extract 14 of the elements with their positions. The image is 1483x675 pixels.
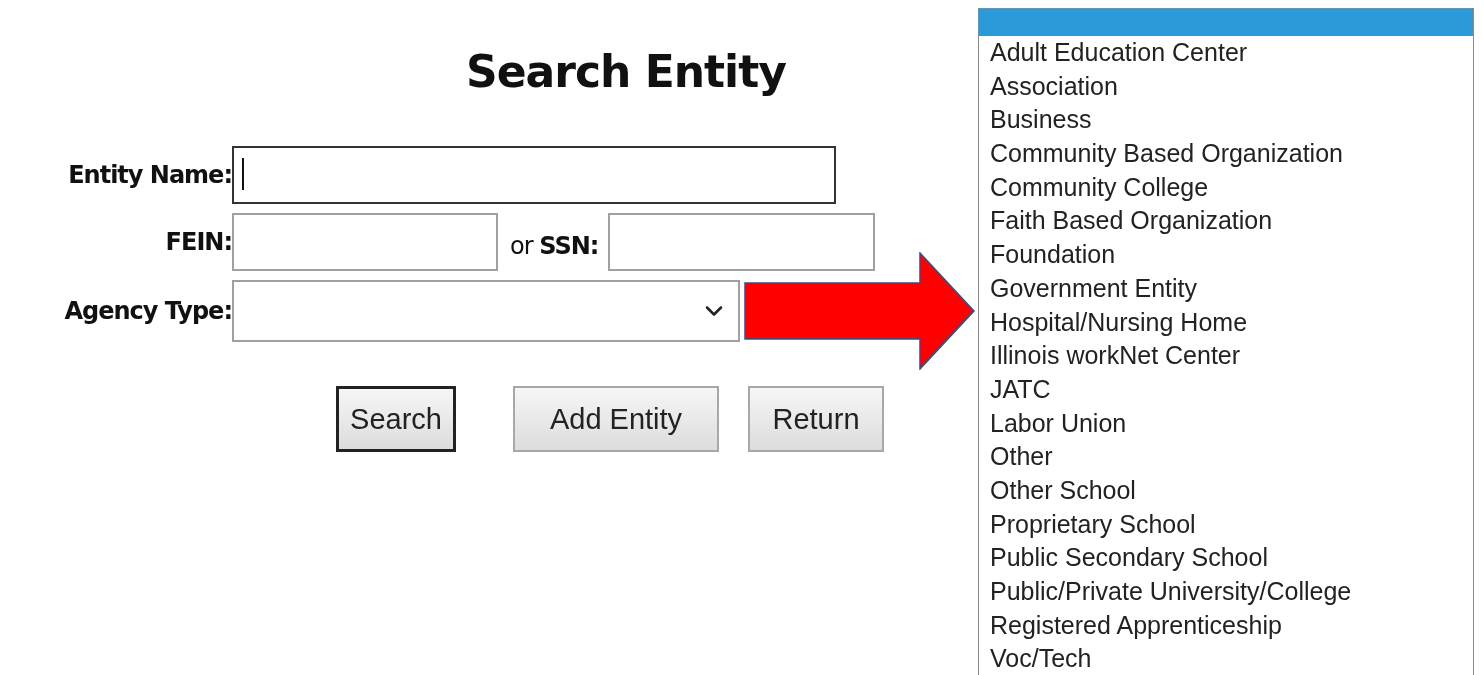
field-label: FEIN: <box>165 228 232 256</box>
search-button[interactable]: Search <box>336 386 456 452</box>
arrow-icon <box>744 252 976 370</box>
text-cursor <box>242 158 244 190</box>
agency-type-select[interactable] <box>232 280 740 342</box>
fein-field[interactable] <box>232 213 498 271</box>
button[interactable]: Add Entity <box>513 386 719 452</box>
entity-name-field[interactable] <box>232 146 836 204</box>
ssn-field[interactable] <box>608 213 876 271</box>
field-label: Agency Type: <box>64 297 232 325</box>
page-title: Search Entity <box>466 45 786 99</box>
field-label: or SSN: <box>510 232 599 260</box>
field-label: Entity Name: <box>68 161 232 189</box>
button[interactable]: Return <box>748 386 884 452</box>
